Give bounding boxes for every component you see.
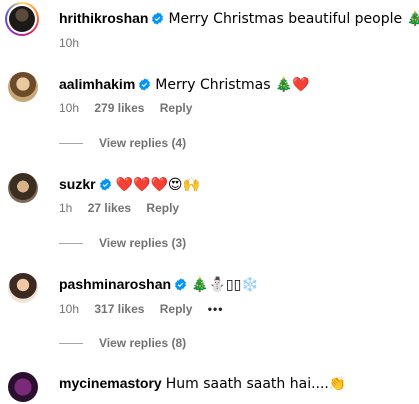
comment-meta: 10h: [59, 36, 91, 50]
username-link[interactable]: pashminaroshan: [59, 276, 171, 292]
comment-time: 10h: [59, 36, 80, 50]
username-link[interactable]: hrithikroshan: [59, 10, 148, 26]
comment-line: mycinemastory Hum saath saath hai....👏: [59, 374, 346, 393]
username-link[interactable]: aalimhakim: [59, 76, 135, 92]
verified-badge-icon: [99, 178, 111, 191]
comment-meta: 10h 279 likes Reply: [59, 101, 204, 115]
view-replies-label: View replies (4): [99, 136, 187, 150]
view-replies-button[interactable]: View replies (3): [59, 236, 186, 250]
comment-text: Merry Christmas beautiful people 🎄: [168, 11, 419, 27]
comment-text: ❤️❤️❤️😍🙌: [115, 177, 200, 193]
comment-text: Hum saath saath hai....👏: [165, 376, 347, 392]
avatar-pashminaroshan[interactable]: [8, 273, 38, 303]
avatar-photo: [9, 6, 35, 32]
comment-time: 10h: [59, 101, 80, 115]
comment-meta: 10h 317 likes Reply •••: [59, 302, 235, 316]
avatar-hrithikroshan[interactable]: [5, 2, 39, 36]
verified-badge-icon: [152, 12, 164, 25]
replies-divider: [59, 143, 83, 145]
reply-button[interactable]: Reply: [146, 201, 179, 215]
verified-badge-icon: [139, 78, 151, 91]
likes-count[interactable]: 317 likes: [94, 302, 144, 316]
comment-line: suzkr ❤️❤️❤️😍🙌: [59, 175, 200, 194]
comment-time: 1h: [59, 201, 73, 215]
view-replies-button[interactable]: View replies (4): [59, 136, 186, 150]
avatar-mycinemastory[interactable]: [8, 372, 38, 402]
comment-time: 10h: [59, 302, 80, 316]
username-link[interactable]: mycinemastory: [59, 375, 162, 391]
more-options-icon[interactable]: •••: [208, 302, 224, 316]
avatar-suzkr[interactable]: [8, 173, 38, 203]
replies-divider: [59, 243, 83, 245]
comment-line: pashminaroshan 🎄⛄▯▯❄️: [59, 275, 259, 294]
comment-line: hrithikroshan Merry Christmas beautiful p…: [59, 9, 419, 28]
view-replies-button[interactable]: View replies (8): [59, 336, 186, 350]
verified-badge-icon: [175, 278, 186, 291]
comment-meta: 1h 27 likes Reply: [59, 201, 191, 215]
view-replies-label: View replies (3): [99, 236, 187, 250]
likes-count[interactable]: 27 likes: [88, 201, 131, 215]
comment-text: 🎄⛄▯▯❄️: [191, 277, 259, 293]
username-link[interactable]: suzkr: [59, 176, 96, 192]
avatar-aalimhakim[interactable]: [8, 72, 38, 102]
replies-divider: [59, 343, 83, 345]
reply-button[interactable]: Reply: [160, 302, 193, 316]
comment-text: Merry Christmas 🎄❤️: [155, 77, 310, 93]
comment-line: aalimhakim Merry Christmas 🎄❤️: [59, 75, 310, 94]
reply-button[interactable]: Reply: [160, 101, 193, 115]
likes-count[interactable]: 279 likes: [94, 101, 144, 115]
view-replies-label: View replies (8): [99, 336, 187, 350]
